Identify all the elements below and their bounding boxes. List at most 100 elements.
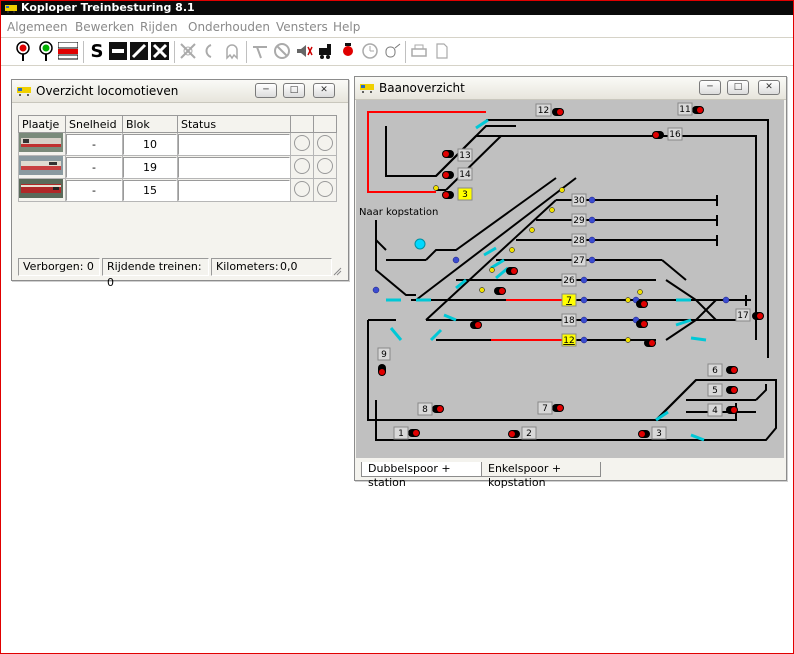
- block-18: 18: [561, 313, 577, 327]
- col-blok[interactable]: Blok: [122, 115, 178, 133]
- menu-algemeen[interactable]: Algemeen: [7, 20, 68, 34]
- svg-text:11: 11: [679, 105, 690, 115]
- action-2[interactable]: [313, 178, 337, 202]
- app-icon: [5, 5, 17, 13]
- block-16: 16: [667, 127, 683, 141]
- hidden-count: Verborgen: 0: [18, 258, 100, 276]
- loco-overview-window: Overzicht locomotieven ─ □ ✕ Plaatje Sne…: [11, 79, 349, 289]
- block-8: 8: [417, 402, 433, 416]
- loco-picture: [18, 155, 66, 179]
- clock-icon: [360, 41, 380, 61]
- toolbar-separator: [174, 41, 175, 63]
- block-icon[interactable]: [108, 41, 128, 61]
- track-window-titlebar[interactable]: Baanoverzicht ─ □ ✕: [355, 77, 786, 100]
- loco-picture: [18, 178, 66, 202]
- svg-text:27: 27: [573, 256, 584, 266]
- svg-text:12: 12: [538, 106, 549, 116]
- sound-icon: [294, 41, 314, 61]
- svg-text:1: 1: [398, 429, 404, 439]
- locomotive-icon[interactable]: [316, 41, 336, 61]
- menu-onderhouden[interactable]: Onderhouden: [188, 20, 270, 34]
- track-window-icon: [360, 84, 374, 93]
- block-30: 30: [571, 193, 587, 207]
- block-3-yellow: 3: [457, 187, 473, 201]
- svg-text:3: 3: [462, 190, 468, 200]
- signal-red-icon[interactable]: [13, 41, 33, 61]
- tab-dubbelspoor[interactable]: Dubbelspoor + station: [361, 462, 483, 489]
- action-2[interactable]: [313, 155, 337, 179]
- label-naar-kopstation: Naar kopstation: [359, 207, 438, 218]
- minimize-button[interactable]: ─: [699, 80, 721, 95]
- col-status[interactable]: Status: [177, 115, 291, 133]
- svg-text:2: 2: [526, 429, 532, 439]
- block-27: 27: [571, 253, 587, 267]
- app-window: Koploper Treinbesturing 8.1 Algemeen Bew…: [0, 0, 794, 654]
- print-icon: [409, 41, 429, 61]
- svg-text:7: 7: [542, 404, 548, 414]
- block-1: 1: [393, 426, 409, 440]
- status-cell: [177, 178, 291, 202]
- table-row[interactable]: - 10: [18, 132, 337, 156]
- table-row[interactable]: - 19: [18, 155, 337, 179]
- power-icon[interactable]: [57, 41, 79, 61]
- block-14: 14: [457, 167, 473, 181]
- svg-text:18: 18: [563, 316, 575, 326]
- close-button[interactable]: ✕: [313, 83, 335, 98]
- track-diagram[interactable]: 12 11 16 13 14 3 30 29 28 27 26 7 17 18 …: [356, 100, 784, 458]
- close-button[interactable]: ✕: [758, 80, 780, 95]
- action-1[interactable]: [290, 132, 314, 156]
- minimize-button[interactable]: ─: [255, 83, 277, 98]
- svg-text:26: 26: [563, 276, 575, 286]
- loco-window-titlebar[interactable]: Overzicht locomotieven ─ □ ✕: [12, 80, 348, 103]
- diagonal-icon[interactable]: [129, 41, 149, 61]
- block-cell: 19: [122, 155, 178, 179]
- svg-text:14: 14: [459, 170, 471, 180]
- s-icon[interactable]: S: [87, 41, 107, 62]
- block-3-bottom: 3: [651, 426, 667, 440]
- menu-bewerken[interactable]: Bewerken: [75, 20, 134, 34]
- maximize-button[interactable]: □: [727, 80, 749, 95]
- table-row[interactable]: - 15: [18, 178, 337, 202]
- svg-text:29: 29: [573, 216, 585, 226]
- menu-rijden[interactable]: Rijden: [140, 20, 178, 34]
- mouse-icon: [382, 41, 402, 61]
- maximize-button[interactable]: □: [283, 83, 305, 98]
- km-label: Kilometers:: [216, 260, 279, 273]
- action-1[interactable]: [290, 155, 314, 179]
- action-2[interactable]: [313, 132, 337, 156]
- driving-count: Rijdende treinen: 0: [102, 258, 209, 289]
- block-26: 26: [561, 273, 577, 287]
- status-cell: [177, 132, 291, 156]
- svg-text:8: 8: [422, 405, 428, 415]
- block-7-bottom: 7: [537, 401, 553, 415]
- loco-off-icon: [178, 41, 198, 61]
- signal-green-icon[interactable]: [36, 41, 56, 61]
- light-icon[interactable]: [338, 41, 358, 61]
- block-12-yellow: 12: [561, 333, 577, 347]
- loco-table: Plaatje Snelheid Blok Status - 10 - 19 -…: [18, 115, 337, 202]
- block-4: 4: [707, 403, 723, 417]
- svg-text:30: 30: [573, 196, 585, 206]
- ghost-icon: [222, 41, 242, 61]
- block-17: 17: [735, 308, 751, 322]
- turnout-icon: [250, 41, 270, 61]
- speed-cell: -: [65, 155, 123, 179]
- stop-icon: [272, 41, 292, 61]
- col-snelheid[interactable]: Snelheid: [65, 115, 123, 133]
- toolbar-separator: [405, 41, 406, 63]
- menu-help[interactable]: Help: [333, 20, 360, 34]
- cross-icon[interactable]: [150, 41, 170, 61]
- menu-vensters[interactable]: Vensters: [276, 20, 328, 34]
- col-plaatje[interactable]: Plaatje: [18, 115, 66, 133]
- action-1[interactable]: [290, 178, 314, 202]
- block-29: 29: [571, 213, 587, 227]
- toolbar-separator: [83, 41, 84, 63]
- loco-window-title: Overzicht locomotieven: [36, 84, 179, 98]
- resize-grip-icon[interactable]: [332, 266, 342, 276]
- tab-enkelspoor[interactable]: Enkelspoor + kopstation: [481, 462, 601, 489]
- svg-text:3: 3: [656, 429, 662, 439]
- speed-cell: -: [65, 132, 123, 156]
- speed-cell: -: [65, 178, 123, 202]
- toolbar: S: [1, 38, 793, 66]
- track-overview-window: Baanoverzicht ─ □ ✕ 12 11 16 13 14 3 30 …: [354, 76, 787, 489]
